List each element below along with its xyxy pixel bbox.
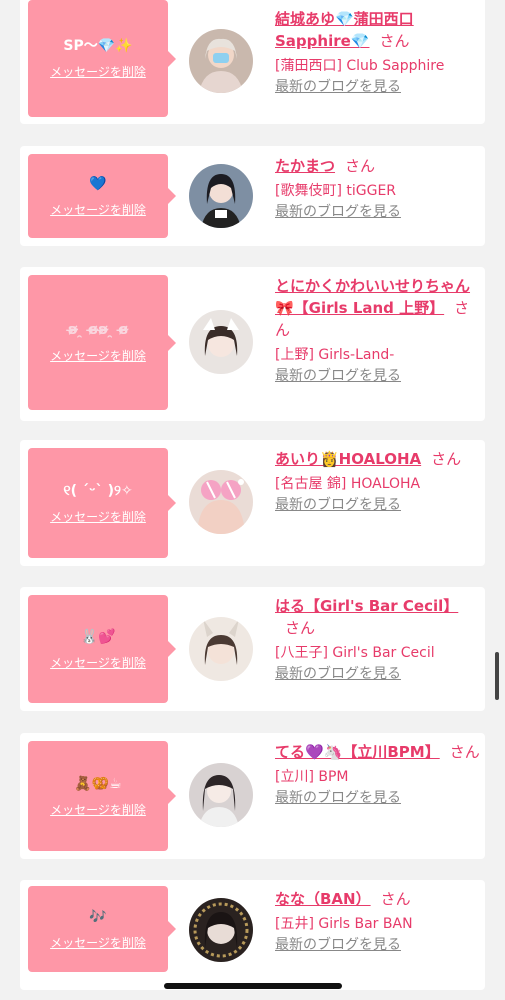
latest-blog-link[interactable]: 最新のブログを見る bbox=[275, 368, 401, 384]
entry-info: 結城あゆ💎蒲田西口Sapphire💎 さん [蒲田西口] Club Sapphir… bbox=[275, 8, 480, 97]
latest-blog-link[interactable]: 最新のブログを見る bbox=[275, 790, 401, 806]
message-bubble: SP〜💎✨ メッセージを削除 bbox=[28, 0, 176, 117]
list-item: 🧸🥨☕ メッセージを削除 てる💜🦄【立川BPM】 さん [立川] BPM 最新のブ… bbox=[20, 733, 485, 859]
avatar[interactable] bbox=[189, 898, 253, 962]
message-bubble: ʚ̴̶̷̷ ̯ ɞ̴̶̷ʚ̴̶̷̷ ̯ ɞ̴̶̷ メッセージを削除 bbox=[28, 275, 176, 410]
shop-label: [蒲田西口] Club Sapphire bbox=[275, 58, 445, 74]
honorific: さん bbox=[380, 890, 411, 908]
cast-name-link[interactable]: とにかくかわいいせりちゃん🎀【Girls Land 上野】 bbox=[275, 277, 470, 317]
honorific: さん bbox=[431, 450, 462, 468]
message-text: 🎶 bbox=[89, 908, 107, 925]
list-item: 🎶 メッセージを削除 なな（BAN） さん [五井] Girls Bar BAN … bbox=[20, 880, 485, 990]
message-text: ʚ̴̶̷̷ ̯ ɞ̴̶̷ʚ̴̶̷̷ ̯ ɞ̴̶̷ bbox=[67, 322, 129, 338]
shop-label: [歌舞伎町] tiGGER bbox=[275, 183, 397, 199]
scrollbar[interactable] bbox=[495, 652, 499, 700]
honorific: さん bbox=[379, 32, 410, 50]
shop-label: [名古屋 錦] HOALOHA bbox=[275, 476, 421, 492]
shop-label: [五井] Girls Bar BAN bbox=[275, 916, 413, 932]
message-text: SP〜💎✨ bbox=[63, 38, 133, 54]
entry-info: とにかくかわいいせりちゃん🎀【Girls Land 上野】 さん [上野] Gir… bbox=[275, 275, 480, 386]
latest-blog-link[interactable]: 最新のブログを見る bbox=[275, 666, 401, 682]
cast-name-link[interactable]: あいり👸HOALOHA bbox=[275, 450, 421, 468]
avatar[interactable] bbox=[189, 164, 253, 228]
honorific: さん bbox=[345, 157, 376, 175]
avatar[interactable] bbox=[189, 470, 253, 534]
avatar[interactable] bbox=[189, 310, 253, 374]
avatar[interactable] bbox=[189, 29, 253, 93]
latest-blog-link[interactable]: 最新のブログを見る bbox=[275, 497, 401, 513]
list-item: SP〜💎✨ メッセージを削除 結城あゆ💎蒲田西口Sapphire💎 さん [蒲田西… bbox=[20, 0, 485, 124]
message-text: 💙 bbox=[89, 175, 107, 192]
message-text: 🐰💕 bbox=[80, 628, 116, 645]
home-indicator[interactable] bbox=[164, 983, 342, 989]
cast-name-link[interactable]: なな（BAN） bbox=[275, 890, 371, 908]
cast-name-link[interactable]: てる💜🦄【立川BPM】 bbox=[275, 743, 440, 761]
entry-info: たかまつ さん [歌舞伎町] tiGGER 最新のブログを見る bbox=[275, 155, 480, 222]
latest-blog-link[interactable]: 最新のブログを見る bbox=[275, 204, 401, 220]
delete-message-link[interactable]: メッセージを削除 bbox=[50, 508, 146, 525]
shop-label: [立川] BPM bbox=[275, 769, 349, 785]
delete-message-link[interactable]: メッセージを削除 bbox=[50, 654, 146, 671]
message-text: ୧( ˊᵕˋ )୨✧ bbox=[63, 482, 133, 499]
shop-label: [上野] Girls-Land- bbox=[275, 347, 395, 363]
entry-info: あいり👸HOALOHA さん [名古屋 錦] HOALOHA 最新のブログを見る bbox=[275, 448, 480, 515]
message-bubble: 🎶 メッセージを削除 bbox=[28, 886, 176, 972]
list-item: 🐰💕 メッセージを削除 はる【Girl's Bar Cecil】さん [八王子]… bbox=[20, 587, 485, 711]
list-item: ʚ̴̶̷̷ ̯ ɞ̴̶̷ʚ̴̶̷̷ ̯ ɞ̴̶̷ メッセージを削除 とにかくかわ… bbox=[20, 267, 485, 421]
entry-info: はる【Girl's Bar Cecil】さん [八王子] Girl's Bar … bbox=[275, 595, 480, 684]
latest-blog-link[interactable]: 最新のブログを見る bbox=[275, 937, 401, 953]
entry-info: なな（BAN） さん [五井] Girls Bar BAN 最新のブログを見る bbox=[275, 888, 480, 955]
honorific: さん bbox=[449, 743, 480, 761]
avatar[interactable] bbox=[189, 763, 253, 827]
delete-message-link[interactable]: メッセージを削除 bbox=[50, 347, 146, 364]
delete-message-link[interactable]: メッセージを削除 bbox=[50, 201, 146, 218]
delete-message-link[interactable]: メッセージを削除 bbox=[50, 934, 146, 951]
shop-label: [八王子] Girl's Bar Cecil bbox=[275, 645, 435, 661]
latest-blog-link[interactable]: 最新のブログを見る bbox=[275, 79, 401, 95]
honorific: さん bbox=[285, 619, 316, 637]
message-text: 🧸🥨☕ bbox=[74, 775, 122, 792]
message-bubble: 💙 メッセージを削除 bbox=[28, 154, 176, 238]
cast-name-link[interactable]: はる【Girl's Bar Cecil】 bbox=[275, 597, 458, 615]
avatar[interactable] bbox=[189, 617, 253, 681]
entry-info: てる💜🦄【立川BPM】 さん [立川] BPM 最新のブログを見る bbox=[275, 741, 480, 808]
message-bubble: ୧( ˊᵕˋ )୨✧ メッセージを削除 bbox=[28, 448, 176, 558]
delete-message-link[interactable]: メッセージを削除 bbox=[50, 801, 146, 818]
list-item: 💙 メッセージを削除 たかまつ さん [歌舞伎町] tiGGER 最新のブログを見… bbox=[20, 146, 485, 246]
message-bubble: 🧸🥨☕ メッセージを削除 bbox=[28, 741, 176, 851]
message-bubble: 🐰💕 メッセージを削除 bbox=[28, 595, 176, 703]
cast-name-link[interactable]: たかまつ bbox=[275, 157, 335, 175]
delete-message-link[interactable]: メッセージを削除 bbox=[50, 63, 146, 80]
list-item: ୧( ˊᵕˋ )୨✧ メッセージを削除 あいり👸HOALOHA さん [名古屋 錦… bbox=[20, 440, 485, 566]
